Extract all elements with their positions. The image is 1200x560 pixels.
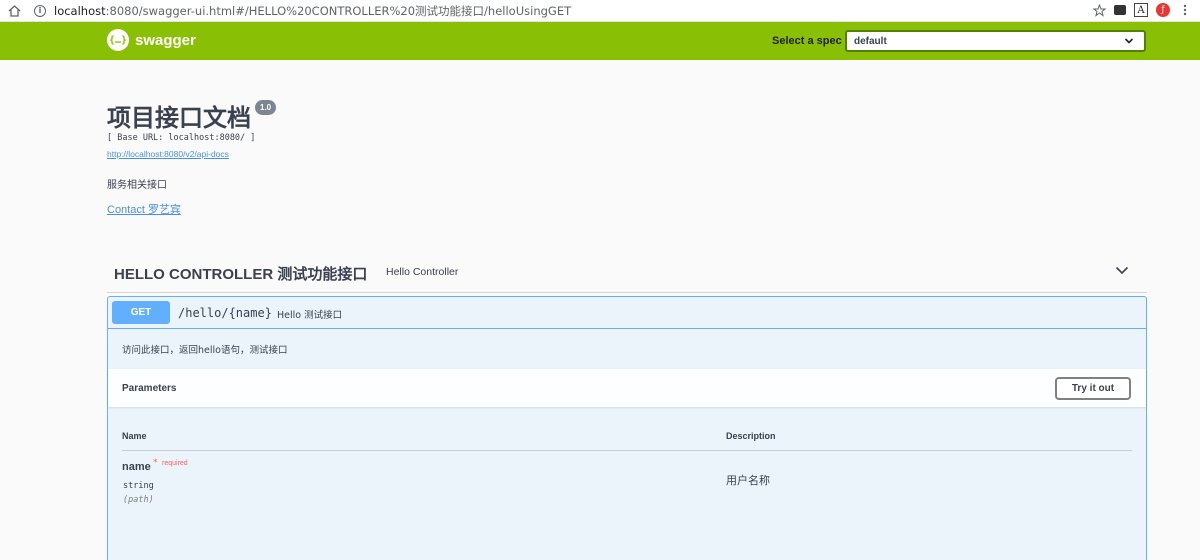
browser-address-bar: i localhost:8080/swagger-ui.html#/HELLO%… [0, 0, 1200, 22]
spec-select-value: default [854, 35, 887, 47]
parameter-location: (path) [123, 495, 154, 505]
extension-bar: A ƒ [1092, 3, 1192, 17]
try-it-out-button[interactable]: Try it out [1055, 377, 1131, 400]
parameter-name: name [122, 461, 151, 473]
select-spec-label: Select a spec [772, 35, 842, 47]
base-url: [ Base URL: localhost:8080/ ] [107, 133, 256, 143]
parameter-description: 用户名称 [726, 474, 770, 487]
column-header-description: Description [726, 431, 776, 441]
swagger-topbar: {…} swagger Select a spec default [0, 22, 1200, 60]
api-docs-link[interactable]: http://localhost:8080/v2/api-docs [107, 149, 229, 159]
swagger-logo-icon: {…} [107, 29, 129, 51]
swagger-logo[interactable]: {…} swagger [107, 29, 196, 51]
extension-icon[interactable] [1114, 5, 1126, 15]
flash-extension-icon[interactable]: ƒ [1156, 3, 1170, 17]
translate-extension-icon[interactable]: A [1134, 3, 1148, 17]
menu-icon[interactable] [1178, 3, 1192, 17]
required-label: required [162, 460, 188, 467]
operation-path: /hello/{name} [178, 306, 272, 320]
method-badge-get: GET [112, 301, 170, 324]
tag-description: Hello Controller [386, 266, 459, 278]
contact-link[interactable]: Contact 罗艺宾 [107, 201, 181, 217]
parameters-title: Parameters [122, 383, 177, 394]
operation-summary-text: Hello 测试接口 [277, 310, 343, 321]
tag-header-hello-controller[interactable]: HELLO CONTROLLER 测试功能接口 Hello Controller [107, 256, 1147, 293]
operation-get-hello: GET /hello/{name} Hello 测试接口 访问此接口，返回hel… [107, 296, 1147, 560]
chevron-down-icon[interactable] [1115, 262, 1129, 276]
url-host: localhost [54, 3, 106, 18]
parameters-section-header: Parameters Try it out [108, 369, 1146, 407]
api-description: 服务相关接口 [107, 180, 167, 191]
column-header-name: Name [122, 431, 147, 441]
info-icon[interactable]: i [34, 4, 46, 17]
url-path: :8080/swagger-ui.html#/HELLO%20CONTROLLE… [105, 3, 572, 18]
url-field[interactable]: localhost:8080/swagger-ui.html#/HELLO%20… [54, 3, 571, 19]
operation-summary[interactable]: GET /hello/{name} Hello 测试接口 [108, 297, 1146, 329]
tag-name: HELLO CONTROLLER 测试功能接口 [114, 266, 368, 283]
operation-description: 访问此接口，返回hello语句，测试接口 [122, 345, 288, 356]
parameter-type: string [123, 481, 154, 491]
chevron-down-icon [1124, 34, 1134, 51]
home-icon[interactable] [6, 3, 22, 19]
spec-select[interactable]: default [845, 30, 1146, 52]
page-title: 项目接口文档 [107, 104, 251, 132]
required-star: * [153, 458, 158, 468]
swagger-logo-text: swagger [135, 31, 196, 49]
api-title-row: 项目接口文档 1.0 [107, 98, 277, 133]
table-header-divider [122, 450, 1132, 451]
star-icon[interactable] [1092, 3, 1106, 17]
version-badge: 1.0 [255, 100, 277, 115]
